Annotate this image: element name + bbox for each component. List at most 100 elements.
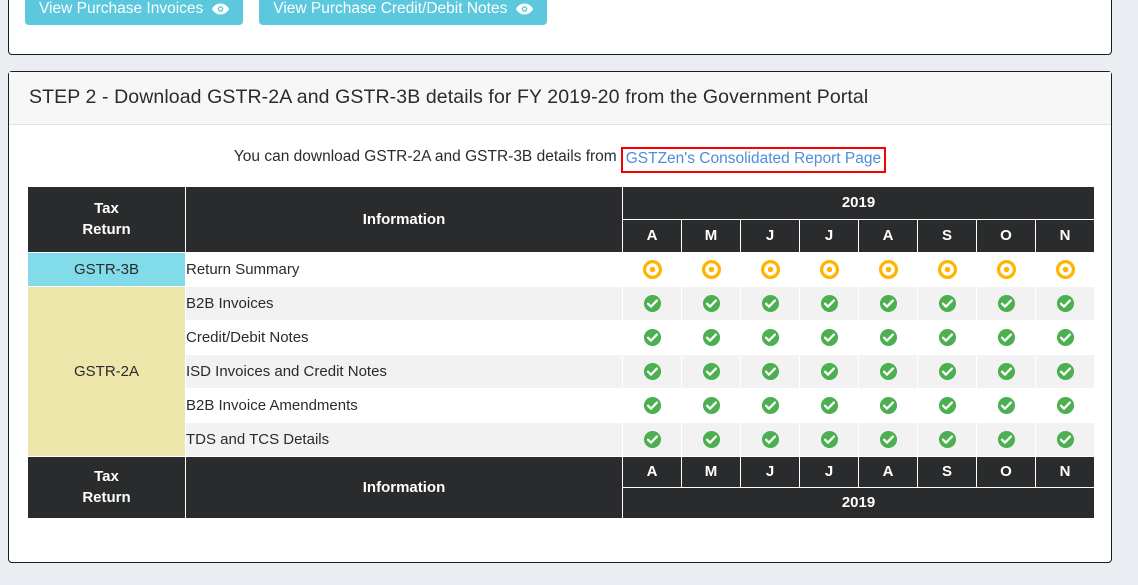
status-cell[interactable]: [976, 421, 1036, 457]
information-cell: B2B Invoices: [185, 285, 623, 321]
status-cell[interactable]: [799, 353, 859, 389]
status-cell[interactable]: [1035, 285, 1095, 321]
consolidated-report-page-link[interactable]: GSTZen's Consolidated Report Page: [626, 150, 881, 167]
status-cell[interactable]: [1035, 251, 1095, 287]
check-circle-icon: [800, 328, 858, 347]
status-cell[interactable]: [858, 387, 918, 423]
check-circle-icon: [918, 328, 976, 347]
status-cell[interactable]: [976, 285, 1036, 321]
status-cell[interactable]: [1035, 353, 1095, 389]
status-cell[interactable]: [858, 421, 918, 457]
status-cell[interactable]: [740, 319, 800, 355]
status-cell[interactable]: [917, 387, 977, 423]
table-foot: Tax Return Information A M J J A S O N 2…: [27, 455, 1095, 519]
table-row: Credit/Debit Notes: [28, 319, 1095, 355]
eye-icon: [516, 3, 534, 15]
table-row: B2B Invoice Amendments: [28, 387, 1095, 423]
check-circle-icon: [1036, 396, 1094, 415]
status-cell[interactable]: [858, 353, 918, 389]
status-cell[interactable]: [681, 387, 741, 423]
check-circle-icon: [741, 294, 799, 313]
status-cell[interactable]: [917, 285, 977, 321]
status-cell[interactable]: [740, 421, 800, 457]
status-cell[interactable]: [681, 353, 741, 389]
footer-tax-return: Tax Return: [27, 455, 186, 519]
table-row: TDS and TCS Details: [28, 421, 1095, 457]
header-month-4: A: [858, 218, 918, 253]
check-circle-icon: [623, 294, 681, 313]
check-circle-icon: [977, 362, 1035, 381]
status-cell[interactable]: [799, 387, 859, 423]
check-circle-icon: [977, 328, 1035, 347]
table-header-row-top: Tax Return Information 2019: [27, 185, 1095, 253]
status-cell[interactable]: [740, 387, 800, 423]
check-circle-icon: [682, 362, 740, 381]
status-cell[interactable]: [976, 251, 1036, 287]
status-cell[interactable]: [740, 353, 800, 389]
status-cell[interactable]: [976, 319, 1036, 355]
check-circle-icon: [741, 430, 799, 449]
footer-tax-return-line2: Return: [82, 489, 131, 507]
header-month-6: O: [976, 218, 1036, 253]
check-circle-icon: [741, 396, 799, 415]
footer-month-7: N: [1035, 455, 1095, 488]
download-instruction-text: You can download GSTR-2A and GSTR-3B det…: [233, 148, 617, 165]
status-cell[interactable]: [917, 319, 977, 355]
status-cell[interactable]: [799, 319, 859, 355]
view-purchase-invoices-label: View Purchase Invoices: [39, 0, 204, 17]
status-cell[interactable]: [858, 285, 918, 321]
status-cell[interactable]: [858, 251, 918, 287]
status-cell[interactable]: [858, 319, 918, 355]
status-cell[interactable]: [917, 353, 977, 389]
status-cell[interactable]: [681, 421, 741, 457]
check-circle-icon: [800, 294, 858, 313]
status-cell[interactable]: [799, 421, 859, 457]
header-month-7: N: [1035, 218, 1095, 253]
footer-month-5: S: [917, 455, 977, 488]
status-cell[interactable]: [799, 285, 859, 321]
status-cell[interactable]: [622, 353, 682, 389]
header-information: Information: [185, 185, 623, 253]
table-row: GSTR-2A B2B Invoices: [27, 285, 1095, 457]
download-instruction: You can download GSTR-2A and GSTR-3B det…: [27, 147, 1093, 173]
status-cell[interactable]: [799, 251, 859, 287]
status-cell[interactable]: [622, 319, 682, 355]
check-circle-icon: [682, 430, 740, 449]
status-cell[interactable]: [1035, 319, 1095, 355]
status-cell[interactable]: [681, 251, 741, 287]
status-cell[interactable]: [976, 387, 1036, 423]
status-cell[interactable]: [740, 285, 800, 321]
status-cell[interactable]: [622, 421, 682, 457]
check-circle-icon: [682, 328, 740, 347]
step1-card: View Purchase Invoices View Purchase Cre…: [8, 0, 1112, 55]
dot-circle-icon: [800, 259, 858, 279]
status-cell[interactable]: [1035, 421, 1095, 457]
check-circle-icon: [741, 328, 799, 347]
view-purchase-invoices-button[interactable]: View Purchase Invoices: [25, 0, 244, 26]
status-cell[interactable]: [622, 387, 682, 423]
status-cell[interactable]: [681, 319, 741, 355]
status-cell[interactable]: [976, 353, 1036, 389]
status-cell[interactable]: [917, 421, 977, 457]
check-circle-icon: [1036, 362, 1094, 381]
view-purchase-credit-debit-notes-button[interactable]: View Purchase Credit/Debit Notes: [259, 0, 548, 26]
footer-tax-return-line1: Tax: [94, 467, 119, 485]
dot-circle-icon: [623, 259, 681, 279]
consolidated-report-link-highlight: GSTZen's Consolidated Report Page: [620, 147, 887, 173]
check-circle-icon: [623, 362, 681, 381]
dot-circle-icon: [918, 259, 976, 279]
status-cell[interactable]: [740, 251, 800, 287]
status-cell[interactable]: [1035, 387, 1095, 423]
check-circle-icon: [977, 396, 1035, 415]
check-circle-icon: [859, 294, 917, 313]
header-month-1: M: [681, 218, 741, 253]
check-circle-icon: [623, 328, 681, 347]
status-cell[interactable]: [622, 251, 682, 287]
status-cell[interactable]: [681, 285, 741, 321]
footer-month-6: O: [976, 455, 1036, 488]
header-tax-return-line2: Return: [82, 221, 131, 239]
view-purchase-credit-debit-notes-label: View Purchase Credit/Debit Notes: [273, 0, 508, 17]
status-cell[interactable]: [917, 251, 977, 287]
check-circle-icon: [859, 362, 917, 381]
status-cell[interactable]: [622, 285, 682, 321]
